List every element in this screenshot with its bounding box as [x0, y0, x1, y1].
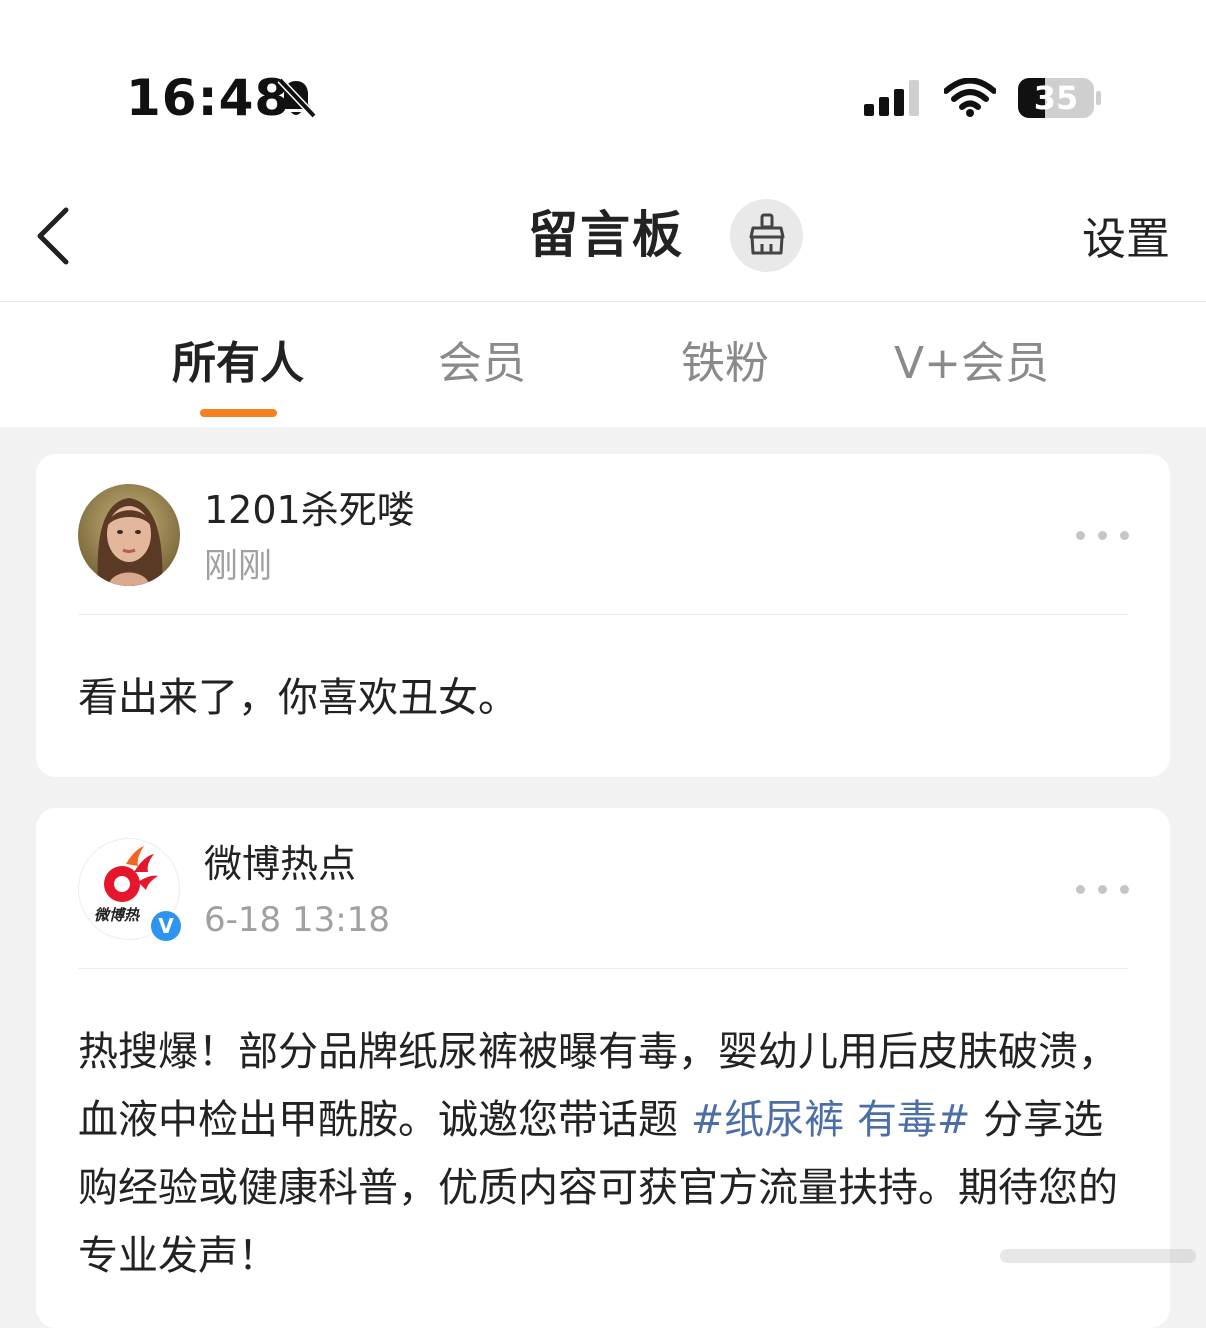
timestamp: 6-18 13:18: [204, 900, 390, 940]
message-card: 1201杀死喽 刚刚 看出来了，你喜欢丑女。: [36, 454, 1170, 777]
active-tab-indicator: [200, 409, 277, 417]
brush-icon: [749, 213, 785, 255]
tab-vplus-members[interactable]: V+会员: [894, 332, 1049, 396]
back-arrow-icon[interactable]: [32, 204, 76, 268]
tab-members[interactable]: 会员: [438, 332, 526, 396]
topic-link[interactable]: #纸尿裤 有毒#: [691, 1097, 971, 1143]
avatar-label: 微博热: [94, 906, 140, 924]
card-divider: [78, 968, 1128, 969]
status-time: 16:48: [126, 69, 291, 127]
page-title: 留言板: [528, 206, 684, 264]
card-divider: [78, 614, 1128, 615]
more-options-icon[interactable]: [1076, 528, 1130, 542]
header-divider: [0, 301, 1206, 302]
bell-muted-icon: [277, 77, 317, 119]
avatar[interactable]: [78, 484, 180, 586]
message-content: 看出来了，你喜欢丑女。: [78, 675, 518, 721]
tab-iron-fans[interactable]: 铁粉: [681, 332, 769, 396]
cellular-signal-icon: [864, 80, 919, 116]
tab-everyone[interactable]: 所有人: [172, 332, 304, 396]
username[interactable]: 1201杀死喽: [204, 486, 415, 534]
home-indicator: [1000, 1249, 1196, 1263]
clear-button[interactable]: [730, 199, 803, 272]
wifi-icon: [944, 78, 996, 117]
battery-icon: 35: [1018, 77, 1102, 119]
battery-level: 35: [1033, 79, 1079, 117]
settings-button[interactable]: 设置: [1082, 210, 1170, 270]
more-options-icon[interactable]: [1076, 882, 1130, 896]
timestamp: 刚刚: [204, 546, 272, 586]
message-content: 热搜爆！部分品牌纸尿裤被曝有毒，婴幼儿用后皮肤破溃，血液中检出甲酰胺。诚邀您带话…: [78, 1018, 1128, 1290]
verified-badge-icon: V: [148, 908, 184, 944]
username[interactable]: 微博热点: [204, 840, 356, 888]
